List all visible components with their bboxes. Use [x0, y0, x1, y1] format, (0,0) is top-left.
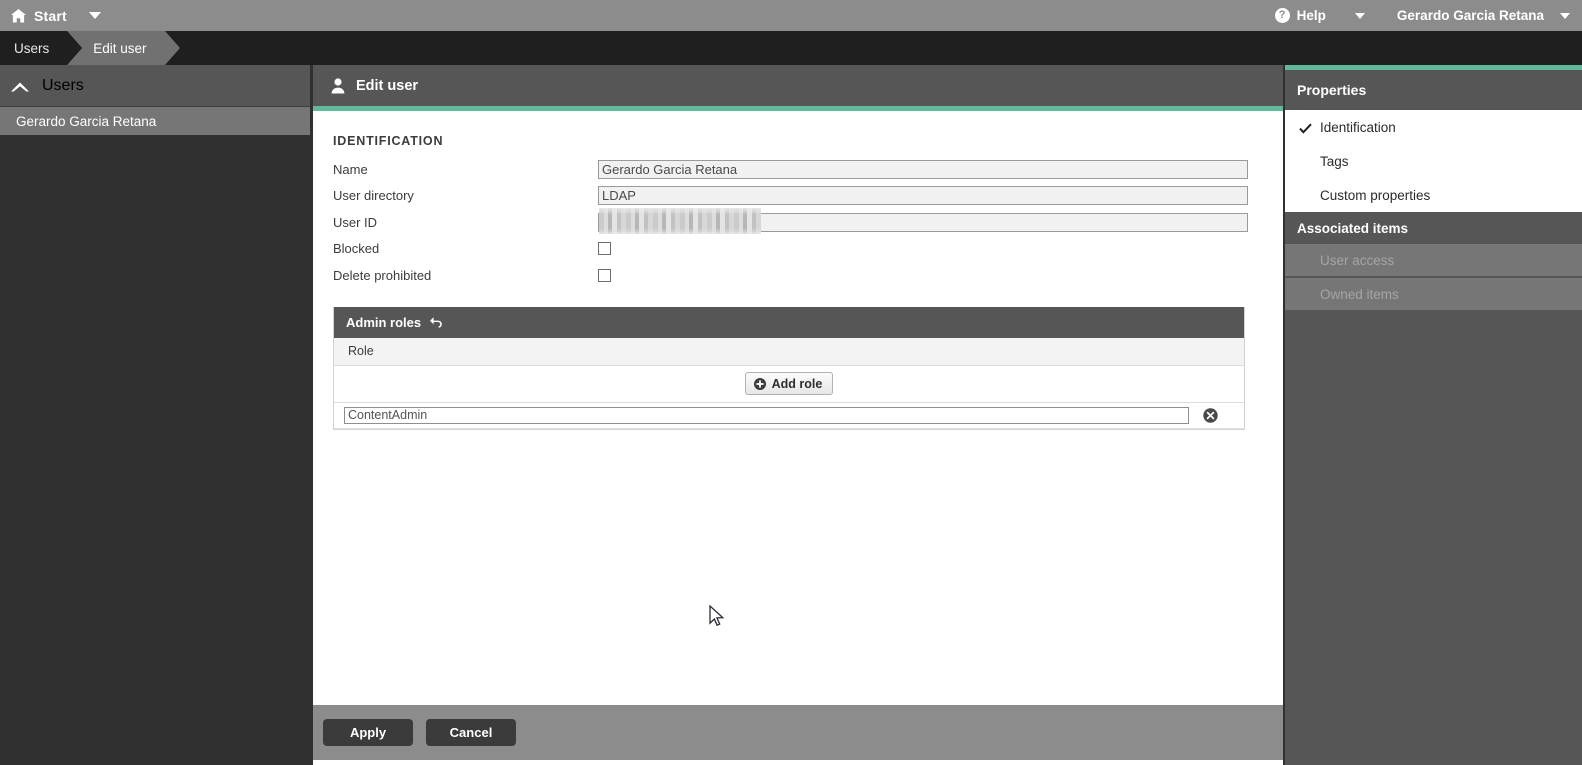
redacted-value-overlay [599, 207, 761, 234]
add-role-label: Add role [771, 376, 823, 391]
properties-item-label: Identification [1320, 119, 1396, 135]
action-bar: Apply Cancel [313, 705, 1283, 760]
roles-column-header: Role [334, 337, 1244, 366]
properties-title: Properties [1285, 70, 1582, 110]
properties-item-label: Custom properties [1320, 187, 1431, 203]
properties-item-label: Tags [1320, 153, 1349, 169]
admin-roles-card: Admin roles Role Add role ContentAdmin [333, 306, 1245, 430]
panel-title: Edit user [356, 77, 419, 94]
sidebar: Users Gerardo Garcia Retana [0, 65, 310, 765]
start-label: Start [34, 7, 67, 24]
help-menu-button[interactable]: ? Help [1274, 8, 1365, 23]
label-user-id: User ID [333, 214, 378, 230]
top-bar-right: ? Help Gerardo Garcia Retana [1274, 8, 1582, 23]
user-directory-input[interactable] [598, 186, 1248, 206]
role-input[interactable] [344, 406, 1189, 424]
start-menu-button[interactable]: Start [0, 8, 101, 24]
associated-item-label: Owned items [1320, 286, 1399, 302]
form-row-name: Name [333, 156, 1283, 183]
global-top-bar: Start ? Help Gerardo Garcia Retana [0, 0, 1582, 31]
section-title-identification: IDENTIFICATION [333, 134, 444, 148]
mouse-cursor [709, 604, 727, 629]
chevron-down-icon[interactable] [1560, 12, 1570, 19]
associated-items-title: Associated items [1285, 212, 1582, 244]
role-row [334, 402, 1244, 429]
user-menu-button[interactable]: Gerardo Garcia Retana [1397, 8, 1570, 23]
identification-form: Name User directory User ID Blocked [313, 156, 1283, 289]
form-row-user-id: User ID [333, 207, 1283, 236]
current-user-label: Gerardo Garcia Retana [1396, 8, 1544, 23]
properties-list: Identification Tags Custom properties [1285, 110, 1582, 212]
app-window: Start ? Help Gerardo Garcia Retana Users… [0, 0, 1582, 765]
label-delete-prohibited: Delete prohibited [333, 267, 432, 283]
breadcrumb-label: Edit user [93, 40, 147, 56]
breadcrumb-item-users[interactable]: Users [0, 31, 83, 65]
properties-item-identification[interactable]: Identification [1285, 110, 1582, 144]
home-icon [11, 8, 26, 23]
edit-user-panel: Edit user IDENTIFICATION Name User direc… [313, 65, 1283, 765]
panel-header: Edit user [313, 65, 1283, 106]
label-name: Name [333, 161, 368, 177]
form-row-user-directory: User directory [333, 183, 1283, 210]
properties-item-custom-properties[interactable]: Custom properties [1285, 178, 1582, 212]
form-row-blocked: Blocked [333, 236, 1283, 263]
associated-item-owned-items: Owned items [1285, 278, 1582, 312]
label-user-directory: User directory [333, 188, 414, 204]
properties-panel: Properties Identification Tags Custom pr… [1285, 65, 1582, 765]
name-input[interactable] [598, 159, 1248, 179]
cancel-button[interactable]: Cancel [426, 719, 516, 746]
chevron-down-icon[interactable] [88, 12, 101, 19]
delete-circle-icon[interactable] [1203, 407, 1218, 423]
sidebar-header-users[interactable]: Users [0, 65, 310, 107]
chevron-up-icon [10, 80, 30, 92]
associated-item-user-access: User access [1285, 244, 1582, 278]
add-role-button[interactable]: Add role [744, 372, 834, 395]
roles-add-bar: Add role [334, 365, 1244, 403]
breadcrumb-label: Users [14, 40, 50, 56]
sidebar-item-gerardo-garcia-retana[interactable]: Gerardo Garcia Retana [0, 107, 310, 135]
sidebar-header-label: Users [42, 76, 84, 94]
apply-button[interactable]: Apply [323, 719, 413, 746]
label-blocked: Blocked [333, 241, 380, 257]
chevron-down-icon[interactable] [1354, 12, 1365, 19]
properties-item-tags[interactable]: Tags [1285, 144, 1582, 178]
breadcrumb-chevron [164, 31, 180, 65]
admin-roles-header: Admin roles [334, 306, 1244, 338]
breadcrumb-item-edit-user[interactable]: Edit user [67, 31, 180, 65]
breadcrumb-notch [67, 31, 83, 65]
breadcrumb: Users Edit user [0, 31, 1582, 65]
blocked-checkbox[interactable] [598, 242, 611, 256]
admin-roles-title: Admin roles [346, 314, 422, 330]
delete-prohibited-checkbox[interactable] [598, 268, 611, 282]
roles-column-header-role: Role [348, 344, 374, 358]
associated-item-label: User access [1320, 252, 1395, 268]
user-icon [331, 77, 345, 94]
help-icon: ? [1274, 8, 1290, 23]
user-id-input-wrap [598, 207, 1248, 234]
undo-arrow-icon[interactable] [429, 316, 443, 328]
help-label: Help [1296, 8, 1326, 23]
check-icon [1299, 122, 1312, 134]
sidebar-item-label: Gerardo Garcia Retana [16, 113, 157, 129]
form-row-delete-prohibited: Delete prohibited [333, 262, 1283, 289]
panel-body: IDENTIFICATION Name User directory User … [313, 111, 1283, 765]
plus-circle-icon [753, 377, 766, 390]
